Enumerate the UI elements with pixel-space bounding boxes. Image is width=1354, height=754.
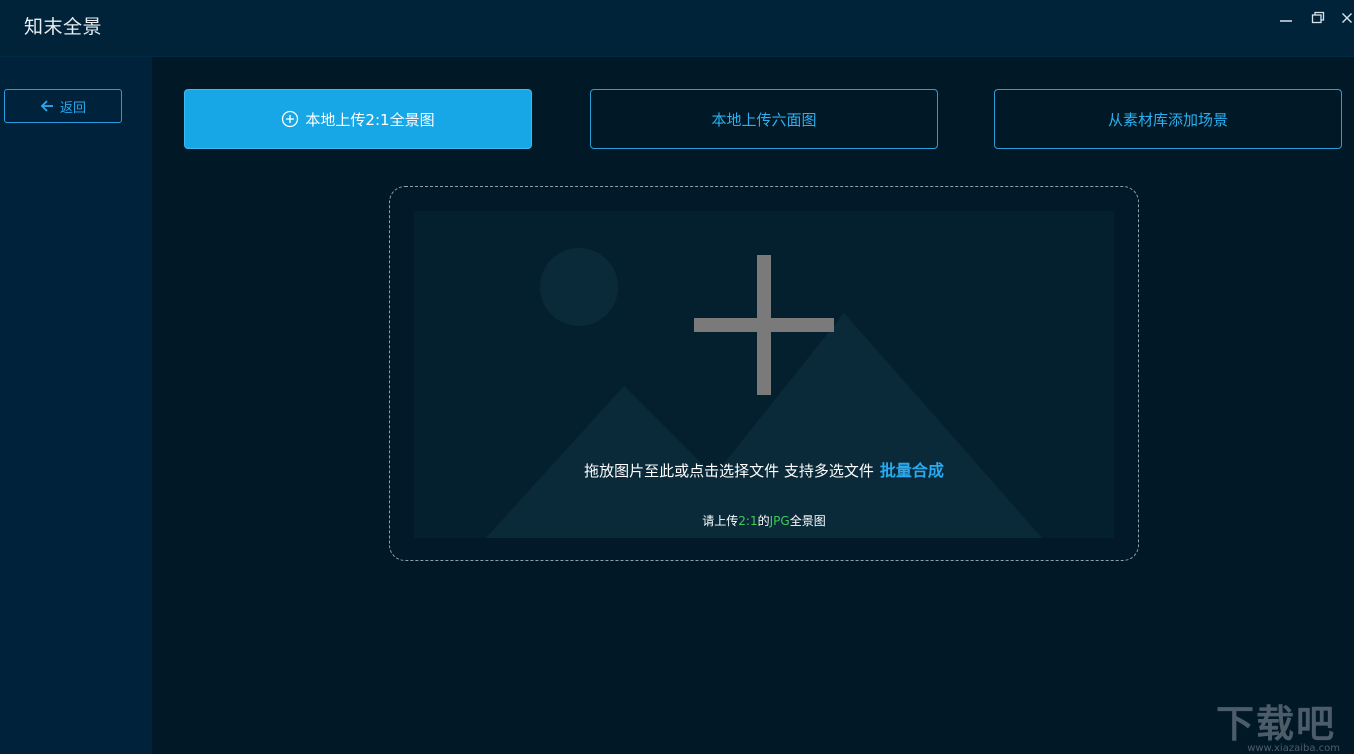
batch-merge-link[interactable]: 批量合成	[880, 461, 944, 480]
dropzone-hint: 请上传2:1的JPG全景图	[390, 512, 1138, 529]
title-bar: 知末全景	[0, 0, 1354, 57]
hint-suffix: 全景图	[789, 514, 826, 528]
hint-mid: 的	[757, 514, 770, 528]
hint-format: JPG	[769, 514, 790, 528]
main-panel: 本地上传2:1全景图 本地上传六面图 从素材库添加场景 拖放图片至此或点击选择文…	[152, 57, 1354, 754]
restore-button[interactable]	[1308, 8, 1328, 28]
back-button[interactable]: 返回	[4, 89, 122, 123]
upload-panorama-button[interactable]: 本地上传2:1全景图	[184, 89, 532, 149]
upload-cubemap-label: 本地上传六面图	[711, 110, 817, 129]
upload-panorama-label: 本地上传2:1全景图	[305, 110, 435, 129]
dropzone-instruction-text: 拖放图片至此或点击选择文件 支持多选文件	[584, 462, 874, 480]
image-placeholder-icon	[414, 211, 1114, 538]
minimize-button[interactable]	[1276, 8, 1296, 28]
restore-icon	[1311, 11, 1325, 24]
add-from-library-button[interactable]: 从素材库添加场景	[994, 89, 1342, 149]
add-from-library-label: 从素材库添加场景	[1107, 110, 1228, 129]
sidebar: 返回	[0, 57, 152, 754]
arrow-left-icon	[40, 100, 54, 112]
plus-circle-icon	[281, 110, 299, 128]
upload-dropzone[interactable]: 拖放图片至此或点击选择文件 支持多选文件 批量合成 请上传2:1的JPG全景图	[389, 186, 1139, 561]
close-button[interactable]	[1337, 8, 1354, 28]
back-button-label: 返回	[59, 100, 86, 116]
watermark-url: www.xiazaiba.com	[1247, 743, 1340, 754]
close-icon	[1342, 13, 1352, 23]
dropzone-instruction: 拖放图片至此或点击选择文件 支持多选文件 批量合成	[390, 457, 1138, 481]
app-title: 知末全景	[24, 16, 103, 38]
minimize-icon	[1280, 20, 1292, 22]
upload-cubemap-button[interactable]: 本地上传六面图	[590, 89, 938, 149]
watermark-logo: 下载吧	[1215, 702, 1336, 746]
hint-prefix: 请上传	[702, 514, 739, 528]
hint-ratio: 2:1	[738, 514, 758, 528]
